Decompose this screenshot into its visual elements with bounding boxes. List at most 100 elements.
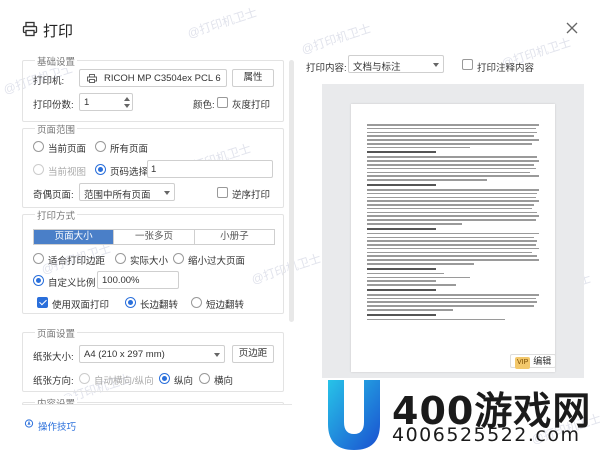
- edit-button[interactable]: VIP 编辑: [510, 354, 557, 369]
- color-label: 颜色:: [193, 100, 215, 111]
- text-line: [367, 255, 538, 258]
- brand-u-icon: [328, 380, 380, 450]
- text-line: [367, 204, 534, 206]
- text-line: [367, 135, 534, 137]
- text-line: [367, 297, 536, 300]
- print-mode-tabs: 页面大小 一张多页 小册子: [33, 229, 275, 245]
- text-line: [367, 175, 539, 177]
- margins-button[interactable]: 页边距: [232, 345, 274, 363]
- page-content: [367, 124, 539, 323]
- text-line: [367, 267, 436, 270]
- odd-even-select[interactable]: 范围中所有页面: [79, 183, 175, 201]
- page-select-input[interactable]: 1: [147, 160, 273, 178]
- tab-multi-page[interactable]: 一张多页: [114, 230, 195, 244]
- all-pages-radio[interactable]: [95, 141, 106, 152]
- printer-value: RICOH MP C3504ex PCL 6: [104, 73, 221, 84]
- scale-value: 100.00%: [102, 275, 140, 286]
- text-line: [367, 156, 538, 159]
- section-title: 页面范围: [35, 122, 78, 136]
- reverse-label: 逆序打印: [232, 190, 271, 201]
- chevron-down-icon: [433, 63, 439, 67]
- paper-size-label: 纸张大小:: [33, 352, 74, 363]
- lightbulb-icon: [24, 419, 34, 428]
- text-line: [367, 247, 539, 250]
- actual-size-radio[interactable]: [115, 253, 126, 264]
- properties-button[interactable]: 属性: [232, 69, 274, 87]
- text-line: [367, 301, 538, 304]
- landscape-label: 横向: [214, 376, 234, 387]
- text-line: [367, 263, 474, 265]
- text-line: [367, 288, 436, 291]
- grayscale-label: 灰度打印: [232, 100, 271, 111]
- content-label: 打印内容:: [306, 63, 347, 74]
- text-line: [367, 215, 539, 217]
- divider: [22, 404, 292, 405]
- brand-logo: 400游戏网 4006525522.com: [322, 370, 600, 458]
- text-line: [367, 142, 533, 145]
- chevron-down-icon: [214, 353, 220, 357]
- page-select-radio[interactable]: [95, 164, 106, 175]
- scale-input[interactable]: 100.00%: [97, 271, 179, 289]
- text-line: [367, 244, 536, 246]
- copies-stepper[interactable]: 1: [79, 93, 133, 111]
- page-setup-section: 页面设置 纸张大小: A4 (210 x 297 mm) 页边距 纸张方向: 自…: [22, 326, 284, 392]
- tab-page-size[interactable]: 页面大小: [34, 230, 115, 244]
- section-title: 基础设置: [35, 54, 78, 68]
- all-pages-label: 所有页面: [110, 144, 149, 155]
- odd-even-label: 奇偶页面:: [33, 190, 74, 201]
- actual-size-label: 实际大小: [130, 256, 169, 267]
- print-mode-section: 打印方式 页面大小 一张多页 小册子 适合打印边距 实际大小 缩小过大页面 自定…: [22, 208, 284, 314]
- page-range-section: 页面范围 当前页面 所有页面 当前视图 页码选择: 1 奇偶页面: 范围中所有页…: [22, 122, 284, 208]
- custom-scale-radio[interactable]: [33, 275, 44, 286]
- annotation-label: 打印注释内容: [477, 63, 535, 74]
- current-page-radio[interactable]: [33, 141, 44, 152]
- short-edge-radio[interactable]: [191, 297, 202, 308]
- fit-margin-radio[interactable]: [33, 253, 44, 264]
- vip-badge: VIP: [515, 357, 531, 369]
- annotation-checkbox[interactable]: [462, 59, 473, 70]
- grayscale-checkbox[interactable]: [217, 97, 228, 108]
- text-line: [367, 276, 471, 279]
- landscape-radio[interactable]: [199, 373, 210, 384]
- settings-scrollbar[interactable]: [289, 60, 294, 322]
- dialog-title: 打印: [43, 23, 74, 40]
- text-line: [367, 192, 538, 195]
- current-view-radio[interactable]: [33, 164, 44, 175]
- text-line: [367, 222, 462, 225]
- text-line: [367, 196, 536, 199]
- brand-phone: 4006525522.com: [392, 424, 581, 446]
- printer-icon: [87, 74, 97, 83]
- page-select-label: 页码选择:: [110, 167, 151, 178]
- duplex-checkbox[interactable]: [37, 297, 48, 308]
- auto-orientation-radio[interactable]: [79, 373, 90, 384]
- text-line: [367, 160, 539, 162]
- text-line: [367, 164, 534, 166]
- custom-scale-label: 自定义比例: [48, 278, 96, 289]
- content-select[interactable]: 文档与标注: [348, 55, 444, 73]
- text-line: [367, 309, 453, 311]
- paper-size-select[interactable]: A4 (210 x 297 mm): [79, 345, 225, 363]
- duplex-label: 使用双面打印: [52, 300, 110, 311]
- printer-select[interactable]: RICOH MP C3504ex PCL 6: [79, 69, 227, 87]
- settings-panel: 基础设置 打印机: RICOH MP C3504ex PCL 6 属性 打印份数…: [22, 52, 292, 404]
- text-line: [367, 280, 436, 282]
- text-line: [367, 183, 436, 186]
- text-line: [367, 200, 539, 202]
- portrait-radio[interactable]: [159, 373, 170, 384]
- text-line: [367, 313, 436, 316]
- fit-margin-label: 适合打印边距: [48, 256, 106, 267]
- text-line: [367, 284, 457, 286]
- text-line: [367, 146, 471, 149]
- shrink-radio[interactable]: [173, 253, 184, 264]
- content-value: 文档与标注: [353, 62, 401, 73]
- basic-settings-section: 基础设置 打印机: RICOH MP C3504ex PCL 6 属性 打印份数…: [22, 54, 284, 122]
- close-icon[interactable]: [566, 22, 578, 34]
- tab-booklet[interactable]: 小册子: [195, 230, 274, 244]
- preview-page: [351, 104, 555, 372]
- long-edge-radio[interactable]: [125, 297, 136, 308]
- text-line: [367, 305, 534, 307]
- stepper-up-icon[interactable]: [124, 97, 130, 101]
- text-line: [367, 259, 539, 261]
- stepper-down-icon[interactable]: [124, 104, 130, 108]
- reverse-checkbox[interactable]: [217, 187, 228, 198]
